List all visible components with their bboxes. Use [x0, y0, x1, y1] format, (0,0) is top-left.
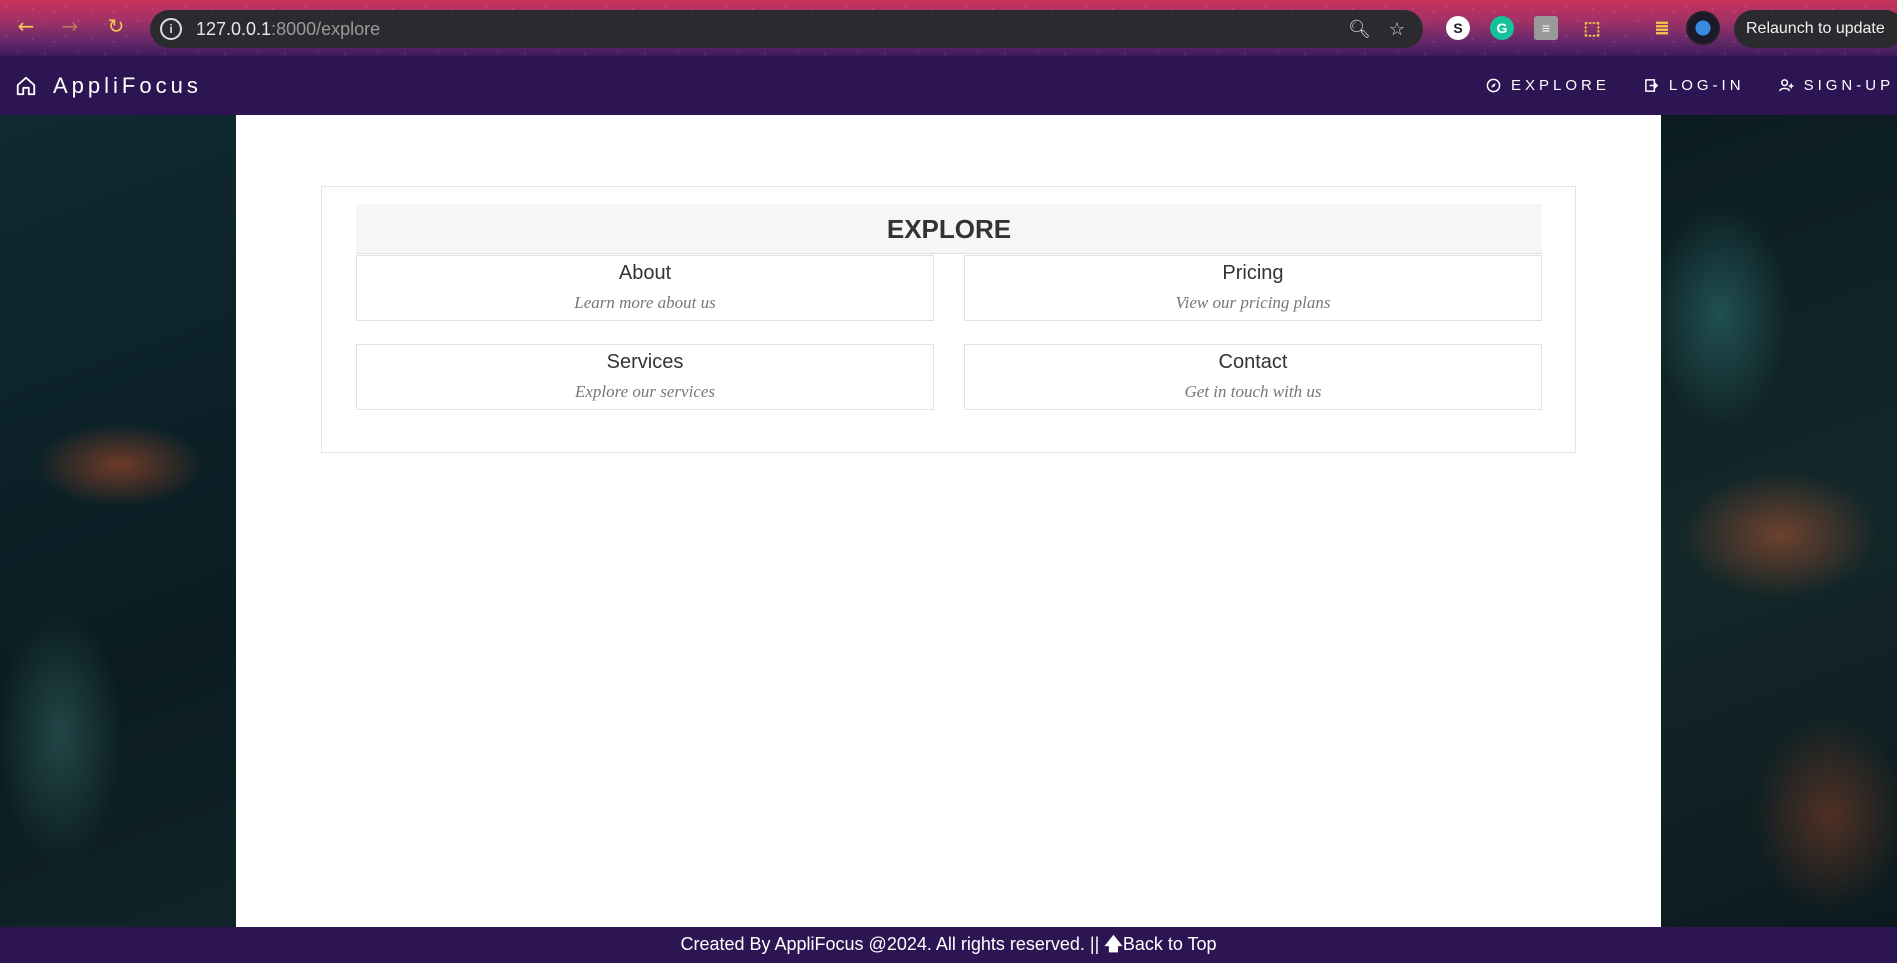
arrow-up-icon: 🡅 [1104, 934, 1123, 955]
back-to-top-label: Back to Top [1122, 934, 1217, 954]
card-subtitle: View our pricing plans [1175, 293, 1331, 312]
nav-login[interactable]: LOG-IN [1644, 77, 1745, 94]
nav-links: EXPLORE LOG-IN SIGN-UP [1486, 56, 1894, 115]
card-contact[interactable]: Contact Get in touch with us [964, 344, 1542, 410]
bookmark-star-icon[interactable]: ☆ [1389, 19, 1405, 40]
grammarly-icon[interactable]: G [1490, 16, 1514, 40]
explore-title: EXPLORE [356, 204, 1542, 254]
nav-explore-label: EXPLORE [1511, 77, 1610, 94]
back-to-top-link[interactable]: 🡅Back to Top [1104, 934, 1217, 955]
extensions-puzzle-icon[interactable]: ⬚ [1580, 16, 1604, 40]
relaunch-button[interactable]: Relaunch to update ⋮ [1734, 10, 1897, 48]
nav-signup[interactable]: SIGN-UP [1778, 77, 1895, 94]
relaunch-label: Relaunch to update [1746, 20, 1885, 37]
main-content: EXPLORE About Learn more about us Pricin… [236, 115, 1661, 927]
brand-name: AppliFocus [53, 72, 202, 98]
zoom-icon[interactable]: 🔍︎ [1348, 19, 1371, 40]
login-icon [1645, 79, 1659, 92]
browser-toolbar: ← → ↻ i 127.0.0.1:8000/explore 🔍︎ ☆ S G … [0, 0, 1897, 56]
url-host: 127.0.0.1 [196, 18, 272, 39]
reload-icon[interactable]: ↻ [104, 14, 128, 38]
site-info-icon[interactable]: i [160, 18, 182, 40]
card-title: About [618, 262, 672, 284]
profile-avatar[interactable] [1686, 11, 1720, 45]
footer-copyright: Created By AppliFocus @2024. All rights … [680, 934, 1100, 954]
forward-arrow-icon[interactable]: → [58, 14, 82, 38]
url-path: :8000/explore [271, 18, 381, 39]
card-title: Contact [1218, 351, 1288, 373]
back-arrow-icon[interactable]: ← [14, 14, 38, 38]
compass-icon [1486, 78, 1501, 93]
site-footer: Created By AppliFocus @2024. All rights … [0, 927, 1897, 963]
site-navbar: AppliFocus EXPLORE LOG-IN SIGN-UP [0, 56, 1897, 115]
card-subtitle: Get in touch with us [1184, 382, 1322, 401]
nav-signup-label: SIGN-UP [1803, 77, 1895, 94]
nav-login-label: LOG-IN [1668, 77, 1745, 94]
explore-panel: EXPLORE About Learn more about us Pricin… [321, 186, 1576, 453]
card-pricing[interactable]: Pricing View our pricing plans [964, 255, 1542, 321]
card-subtitle: Explore our services [574, 382, 716, 401]
brand-link[interactable]: AppliFocus [15, 73, 202, 99]
address-url[interactable]: 127.0.0.1:8000/explore [196, 19, 380, 40]
nav-explore[interactable]: EXPLORE [1486, 77, 1610, 94]
card-subtitle: Learn more about us [574, 293, 716, 312]
reading-list-icon[interactable]: ≣ [1650, 16, 1674, 40]
card-title: Pricing [1222, 262, 1284, 284]
card-services[interactable]: Services Explore our services [356, 344, 934, 410]
card-about[interactable]: About Learn more about us [356, 255, 934, 321]
address-bar[interactable]: i 127.0.0.1:8000/explore 🔍︎ ☆ [150, 10, 1423, 48]
card-title: Services [606, 351, 684, 373]
extension-notes-icon[interactable]: ≡ [1534, 16, 1558, 40]
extension-s-icon[interactable]: S [1446, 16, 1470, 40]
user-plus-icon [1778, 79, 1794, 92]
home-icon [16, 76, 36, 95]
